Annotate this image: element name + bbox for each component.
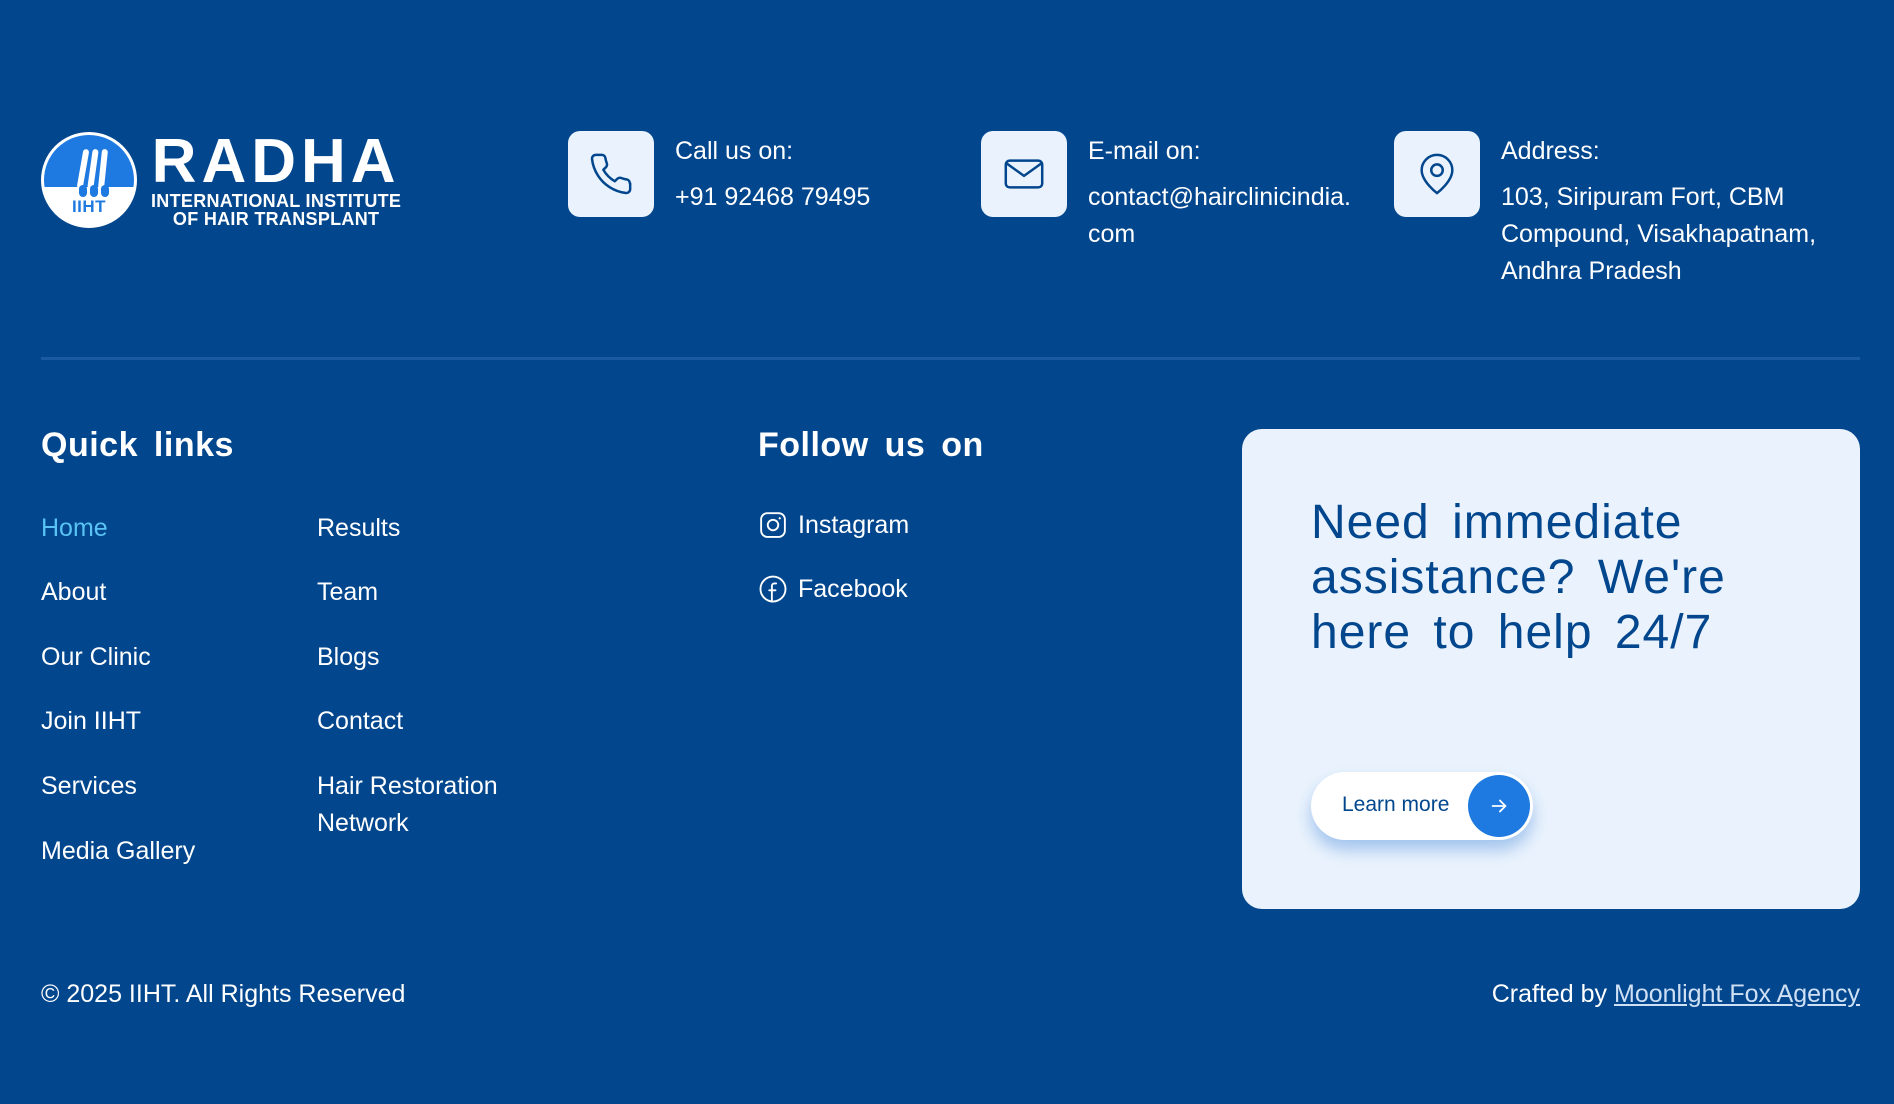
logo-abbreviation: IIHT — [71, 197, 107, 216]
credit-text: Crafted by Moonlight Fox Agency — [1492, 980, 1860, 1009]
quick-link-results[interactable]: Results — [317, 510, 400, 547]
copyright-text: © 2025 IIHT. All Rights Reserved — [41, 980, 406, 1008]
address-text: 103, Siripuram Fort, CBM Compound, Visak… — [1501, 183, 1817, 285]
brand-subtitle-line1: INTERNATIONAL INSTITUTE — [151, 191, 402, 211]
contact-address: Address: 103, Siripuram Fort, CBM Compou… — [1394, 131, 1831, 290]
quick-link-contact[interactable]: Contact — [317, 703, 403, 740]
address-label: Address: — [1501, 137, 1600, 165]
quick-link-about[interactable]: About — [41, 574, 106, 611]
quick-link-blogs[interactable]: Blogs — [317, 639, 380, 676]
learn-more-label: Learn more — [1342, 793, 1450, 816]
quick-link-team[interactable]: Team — [317, 574, 378, 611]
brand-subtitle-line2: OF HAIR TRANSPLANT — [172, 209, 380, 229]
brand-logo[interactable]: IIHT RADHA INTERNATIONAL INSTITUTE OF HA… — [41, 130, 411, 230]
social-link-facebook[interactable]: Facebook — [758, 574, 908, 604]
quick-link-join-iiht[interactable]: Join IIHT — [41, 703, 141, 740]
contact-email: E-mail on: contact@hairclinicindia.com — [981, 131, 1358, 253]
assistance-card: Need immediate assistance? We're here to… — [1242, 429, 1860, 909]
agency-link[interactable]: Moonlight Fox Agency — [1614, 980, 1860, 1008]
location-pin-icon — [1394, 131, 1480, 217]
logo-emblem-icon: IIHT — [41, 132, 137, 228]
facebook-icon — [759, 575, 787, 603]
quick-links-title: Quick links — [41, 426, 234, 464]
phone-label: Call us on: — [675, 137, 794, 165]
quick-link-services[interactable]: Services — [41, 768, 137, 805]
instagram-icon — [760, 512, 786, 538]
footer-divider — [41, 357, 1860, 360]
assistance-heading: Need immediate assistance? We're here to… — [1311, 496, 1726, 659]
contact-phone: Call us on: +91 92468 79495 — [568, 131, 870, 217]
email-label: E-mail on: — [1088, 137, 1201, 165]
site-footer: IIHT RADHA INTERNATIONAL INSTITUTE OF HA… — [0, 0, 1894, 1104]
quick-link-our-clinic[interactable]: Our Clinic — [41, 639, 151, 676]
mail-icon — [981, 131, 1067, 217]
credit-prefix: Crafted by — [1491, 980, 1608, 1008]
social-link-instagram[interactable]: Instagram — [758, 510, 909, 540]
follow-us-title: Follow us on — [758, 426, 984, 464]
phone-number-link[interactable]: +91 92468 79495 — [675, 179, 870, 216]
learn-more-button[interactable]: Learn more — [1311, 772, 1533, 840]
email-link[interactable]: contact@hairclinicindia.com — [1088, 179, 1358, 253]
quick-link-hair-restoration-network[interactable]: Hair Restoration Network — [317, 768, 517, 842]
arrow-right-icon — [1468, 775, 1530, 837]
quick-link-media-gallery[interactable]: Media Gallery — [41, 833, 195, 870]
instagram-label: Instagram — [798, 510, 910, 539]
quick-link-home[interactable]: Home — [41, 510, 108, 547]
facebook-label: Facebook — [798, 574, 908, 603]
phone-icon — [568, 131, 654, 217]
brand-name: RADHA — [151, 127, 401, 196]
